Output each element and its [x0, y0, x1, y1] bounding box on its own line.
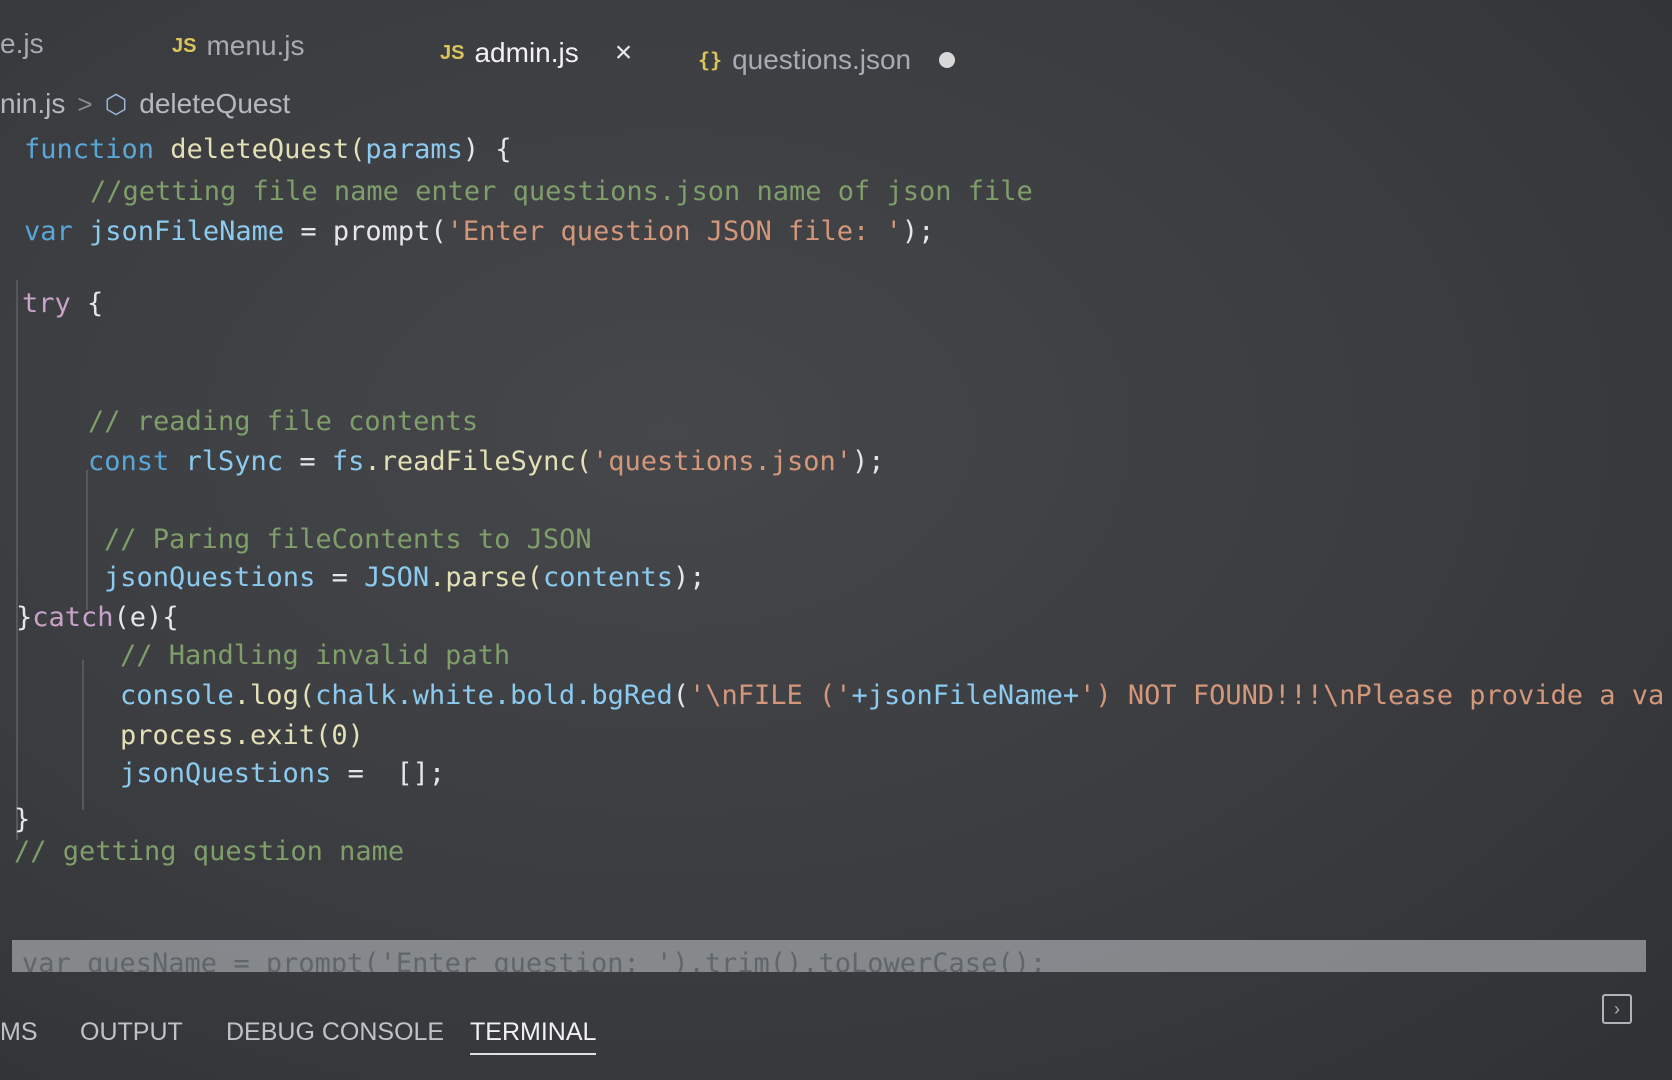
code-line: process.exit(0): [120, 720, 364, 751]
code-line: const rlSync = fs.readFileSync('question…: [88, 446, 885, 477]
tab-terminal[interactable]: TERMINAL: [470, 1018, 597, 1055]
panel-tab-bar: MS OUTPUT DEBUG CONSOLE TERMINAL: [0, 1000, 1672, 1080]
breadcrumb-file[interactable]: nin.js: [0, 88, 65, 120]
json-file-icon: {}: [698, 48, 723, 72]
close-icon[interactable]: ×: [615, 36, 633, 70]
tab-problems[interactable]: MS: [0, 1018, 38, 1047]
code-editor[interactable]: function deleteQuest(params) { //getting…: [0, 130, 1672, 1000]
code-line: jsonQuestions = [];: [120, 758, 446, 789]
js-file-icon: JS: [440, 41, 465, 64]
code-line: // Handling invalid path: [120, 640, 511, 671]
tab-menu-js[interactable]: JS menu.js: [172, 30, 305, 62]
code-line: var jsonFileName = prompt('Enter questio…: [24, 216, 935, 247]
indent-guide: [82, 660, 84, 810]
breadcrumb-symbol[interactable]: deleteQuest: [139, 88, 290, 120]
indent-guide: [16, 280, 18, 840]
tab-e-js[interactable]: e.js: [0, 28, 44, 60]
partially-visible-code-line: var quesName = prompt('Enter question: '…: [12, 940, 1646, 972]
code-line: // getting question name: [14, 836, 405, 867]
code-line: }catch(e){: [16, 602, 179, 633]
code-line: //getting file name enter questions.json…: [90, 176, 1033, 207]
unsaved-dot-icon[interactable]: [939, 52, 956, 68]
code-line: jsonQuestions = JSON.parse(contents);: [104, 562, 706, 593]
tab-label: questions.json: [732, 44, 912, 75]
tab-debug-console[interactable]: DEBUG CONSOLE: [226, 1018, 444, 1047]
tab-output[interactable]: OUTPUT: [80, 1018, 183, 1047]
code-line: function deleteQuest(params) {: [24, 134, 512, 165]
tab-label: e.js: [0, 28, 44, 59]
panel-maximize-icon[interactable]: ›: [1602, 994, 1632, 1024]
js-file-icon: JS: [172, 34, 197, 57]
tab-label: admin.js: [474, 37, 579, 68]
code-line: // Paring fileContents to JSON: [104, 524, 592, 555]
cube-icon: ⬡: [104, 88, 128, 119]
tab-questions-json[interactable]: {} questions.json: [698, 44, 956, 76]
chevron-right-icon: >: [77, 88, 93, 119]
editor-tab-bar: e.js JS menu.js JS admin.js × {} questio…: [0, 0, 1672, 86]
code-line: console.log(chalk.white.bold.bgRed('\nFI…: [120, 680, 1665, 711]
code-line: // reading file contents: [88, 406, 479, 437]
breadcrumb: nin.js > ⬡ deleteQuest: [0, 88, 290, 120]
tab-admin-js[interactable]: JS admin.js ×: [440, 36, 632, 70]
tab-label: menu.js: [206, 30, 305, 61]
indent-guide: [86, 470, 88, 610]
code-line: try {: [22, 288, 104, 319]
